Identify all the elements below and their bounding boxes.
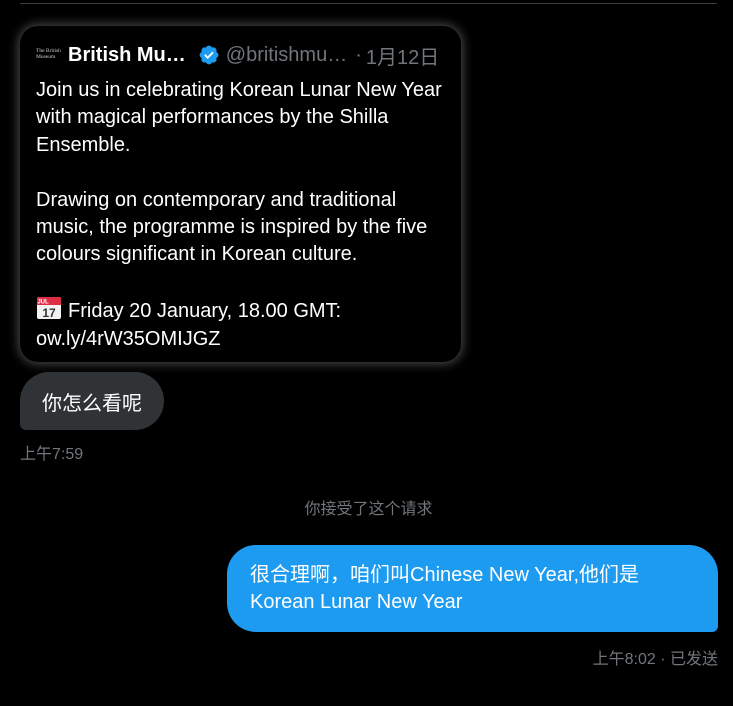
verified-badge-icon bbox=[199, 45, 219, 65]
top-divider bbox=[20, 3, 717, 4]
outgoing-message-time: 上午8:02 bbox=[592, 651, 656, 668]
calendar-month: JUL bbox=[37, 300, 49, 306]
tweet-paragraph-1: Join us in celebrating Korean Lunar New … bbox=[36, 79, 442, 156]
calendar-day: 17 bbox=[42, 306, 56, 320]
incoming-message-time: 上午7:59 bbox=[20, 446, 84, 463]
tweet-date[interactable]: 1月12日 bbox=[366, 41, 439, 70]
incoming-message-text: 你怎么看呢 bbox=[42, 392, 142, 415]
outgoing-message-meta: 上午8:02 · 已发送 bbox=[593, 645, 718, 669]
quoted-tweet-text: Join us in celebrating Korean Lunar New … bbox=[36, 77, 445, 353]
event-datetime: Friday 20 January, 18.00 GMT: bbox=[68, 300, 342, 323]
outgoing-message-line-1: 很合理啊，咱们叫Chinese New Year,他们是 bbox=[250, 564, 640, 586]
delivery-status: 已发送 bbox=[669, 651, 718, 668]
quoted-tweet-header: The British Museum British Mu… @britishm… bbox=[36, 41, 445, 70]
header-separator: · bbox=[355, 43, 362, 66]
outgoing-message-line-2: Korean Lunar New Year bbox=[250, 591, 463, 614]
account-handle[interactable]: @britishmu… bbox=[226, 44, 347, 67]
quoted-tweet-card[interactable]: The British Museum British Mu… @britishm… bbox=[20, 26, 461, 362]
calendar-emoji-icon: JUL 17 bbox=[37, 297, 61, 320]
system-notice: 你接受了这个请求 bbox=[304, 501, 433, 518]
tweet-event-line: JUL 17 Friday 20 January, 18.00 GMT: bbox=[36, 296, 445, 325]
account-name[interactable]: British Mu… bbox=[68, 44, 186, 67]
tweet-link[interactable]: ow.ly/4rW35OMIJGZ bbox=[36, 326, 445, 353]
outgoing-message-bubble[interactable]: 很合理啊，咱们叫Chinese New Year,他们是 Korean Luna… bbox=[227, 545, 718, 632]
tweet-paragraph-2: Drawing on contemporary and traditional … bbox=[36, 188, 428, 266]
avatar[interactable]: The British Museum bbox=[36, 47, 62, 61]
avatar-text-line2: Museum bbox=[36, 54, 56, 60]
meta-separator: · bbox=[660, 651, 666, 668]
incoming-message-bubble[interactable]: 你怎么看呢 bbox=[20, 372, 164, 430]
